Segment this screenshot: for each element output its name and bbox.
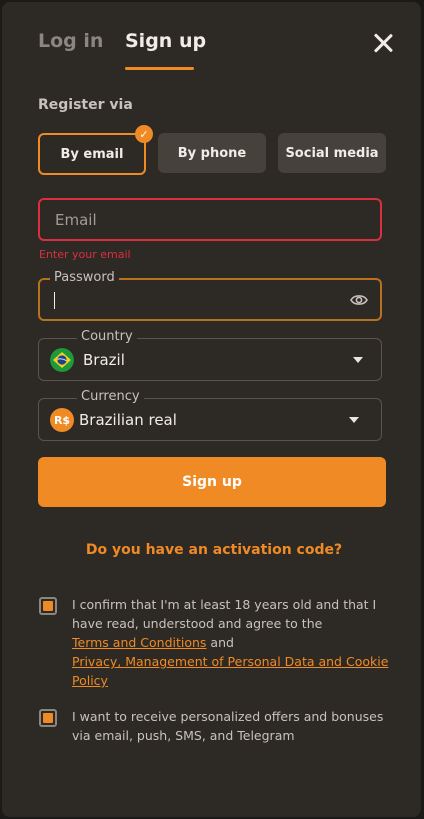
currency-select[interactable]: Currency R$ Brazilian real (38, 389, 382, 441)
by-email-button[interactable]: By email (38, 133, 146, 175)
by-phone-button[interactable]: By phone (158, 133, 266, 173)
country-select[interactable]: Country Brazil (38, 329, 382, 381)
brazil-flag-icon (50, 348, 74, 372)
currency-label: Currency (77, 389, 144, 404)
close-icon[interactable] (372, 32, 394, 54)
checkmark-icon: ✓ (135, 125, 153, 143)
email-field[interactable]: Email (38, 198, 382, 241)
eye-icon[interactable] (350, 292, 368, 308)
and-text: and (210, 635, 234, 650)
offers-consent-text: I want to receive personalized offers an… (72, 709, 384, 743)
checkbox-check (43, 713, 53, 723)
signup-button-label: Sign up (182, 474, 242, 490)
by-phone-label: By phone (177, 145, 247, 161)
age-consent-checkbox[interactable] (39, 597, 57, 615)
currency-value: Brazilian real (79, 411, 177, 429)
social-media-label: Social media (285, 145, 379, 161)
tab-signup[interactable]: Sign up (125, 30, 206, 52)
active-tab-indicator (125, 67, 194, 70)
tab-login[interactable]: Log in (38, 30, 103, 52)
age-consent-label: I confirm that I'm at least 18 years old… (72, 597, 377, 631)
privacy-policy-link[interactable]: Privacy, Management of Personal Data and… (72, 654, 388, 688)
email-error-text: Enter your email (39, 248, 131, 261)
age-consent-text: I confirm that I'm at least 18 years old… (72, 595, 390, 690)
register-via-label: Register via (38, 97, 133, 113)
dropdown-arrow-icon (349, 417, 359, 423)
currency-coin-icon: R$ (50, 408, 74, 432)
offers-consent-checkbox[interactable] (39, 709, 57, 727)
dropdown-arrow-icon (353, 357, 363, 363)
email-placeholder: Email (55, 211, 97, 229)
signup-submit-button[interactable]: Sign up (38, 457, 386, 507)
activation-code-link[interactable]: Do you have an activation code? (2, 542, 424, 558)
country-value: Brazil (83, 351, 125, 369)
social-media-button[interactable]: Social media (278, 133, 386, 173)
country-label: Country (77, 329, 137, 344)
checkbox-check (43, 601, 53, 611)
by-email-label: By email (60, 146, 124, 162)
signup-modal: Log in Sign up Register via By email ✓ B… (2, 2, 421, 817)
password-label: Password (50, 270, 119, 285)
terms-link[interactable]: Terms and Conditions (72, 635, 206, 650)
password-field[interactable]: Password (38, 270, 382, 321)
text-cursor (54, 292, 55, 309)
